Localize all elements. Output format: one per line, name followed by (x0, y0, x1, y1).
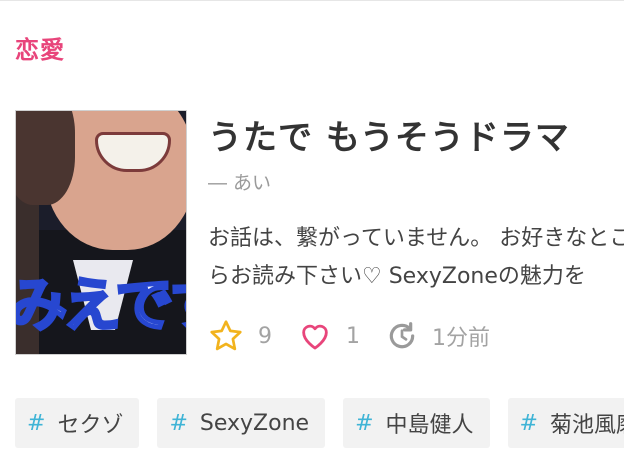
hash-icon: # (27, 410, 46, 436)
updated-time-value: 1分前 (432, 326, 490, 351)
star-count[interactable]: 9 (208, 318, 272, 354)
category-label[interactable]: 恋愛 (15, 30, 65, 65)
star-icon (208, 318, 244, 354)
description-line: らお読み下さい♡ SexyZoneの魅力を (208, 264, 586, 289)
hash-icon: # (355, 410, 374, 436)
hash-icon: # (519, 410, 538, 436)
updated-time: 1分前 (386, 320, 490, 352)
tag-label: 菊池風磨 (549, 413, 624, 438)
tag-list: # セクゾ # SexyZone # 中島健人 # 菊池風磨 (15, 398, 624, 448)
story-meta: 9 1 1分前 (208, 316, 516, 356)
story-thumbnail[interactable]: みえです (15, 110, 187, 355)
star-count-value: 9 (258, 323, 272, 349)
tag-item[interactable]: # 中島健人 (343, 398, 490, 448)
like-count-value: 1 (346, 323, 360, 349)
tag-label: 中島健人 (385, 413, 474, 438)
tag-label: SexyZone (199, 410, 310, 436)
tag-item[interactable]: # セクゾ (15, 398, 140, 448)
top-divider (0, 0, 624, 1)
tag-item[interactable]: # SexyZone (157, 398, 326, 448)
refresh-icon (386, 320, 418, 352)
like-count[interactable]: 1 (298, 319, 360, 353)
story-title[interactable]: うたで もうそうドラマ (208, 110, 570, 159)
thumbnail-frame (15, 110, 187, 355)
story-description: お話は、繋がっていません。 お好きなところか らお読み下さい♡ SexyZone… (208, 220, 624, 296)
hash-icon: # (169, 410, 188, 436)
description-line: お話は、繋がっていません。 お好きなところか (208, 226, 624, 251)
tag-label: セクゾ (57, 413, 124, 438)
tag-item[interactable]: # 菊池風磨 (507, 398, 624, 448)
heart-icon (298, 319, 332, 353)
story-author[interactable]: ― あい (208, 168, 271, 195)
